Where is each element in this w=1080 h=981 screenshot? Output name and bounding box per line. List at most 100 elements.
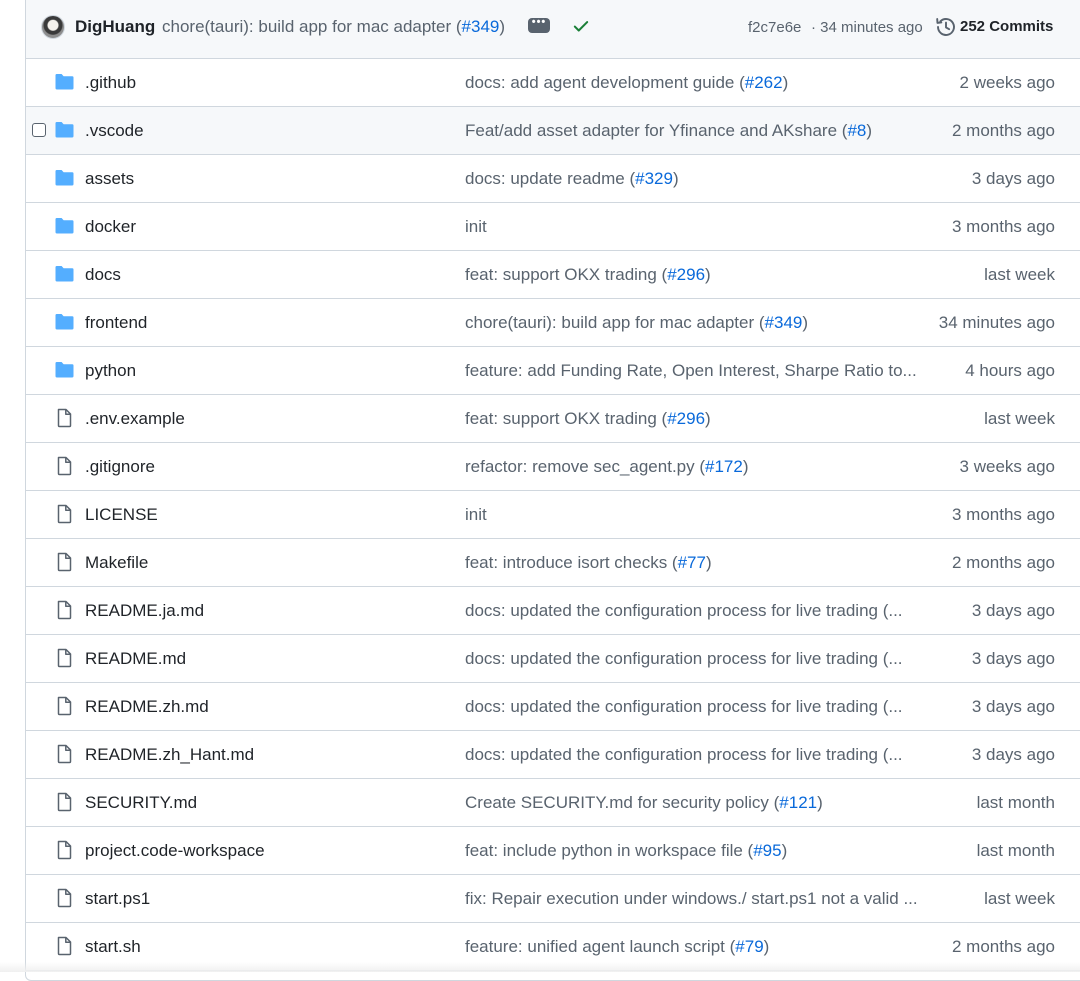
- commit-pr-link[interactable]: #79: [735, 937, 763, 956]
- commit-message-link[interactable]: docs: updated the configuration process …: [465, 745, 920, 765]
- commit-message-link[interactable]: feature: add Funding Rate, Open Interest…: [465, 361, 920, 381]
- commit-message-link[interactable]: Feat/add asset adapter for Yfinance and …: [465, 121, 920, 141]
- commit-message-link[interactable]: docs: updated the configuration process …: [465, 601, 920, 621]
- commit-message-link[interactable]: feat: support OKX trading (#296): [465, 265, 920, 285]
- commit-pr-link[interactable]: #329: [635, 169, 673, 188]
- commit-message-link[interactable]: chore(tauri): build app for mac adapter …: [465, 313, 920, 333]
- commit-pr-link[interactable]: #77: [678, 553, 706, 572]
- commits-count-link[interactable]: 252 Commits: [960, 18, 1053, 35]
- file-name-link[interactable]: .env.example: [85, 409, 185, 429]
- commit-message-link[interactable]: docs: updated the configuration process …: [465, 697, 920, 717]
- commit-message-link[interactable]: docs: update readme (#329): [465, 169, 920, 189]
- commit-message-text[interactable]: init: [465, 505, 487, 524]
- latest-commit-message[interactable]: chore(tauri): build app for mac adapter …: [162, 17, 505, 37]
- commit-message-link[interactable]: feat: include python in workspace file (…: [465, 841, 920, 861]
- commit-message-text[interactable]: feat: include python in workspace file (: [465, 841, 753, 860]
- commit-message-text[interactable]: chore(tauri): build app for mac adapter …: [465, 313, 765, 332]
- file-name-link[interactable]: frontend: [85, 313, 147, 333]
- file-name-link[interactable]: README.zh_Hant.md: [85, 745, 254, 765]
- commit-pr-link[interactable]: #296: [667, 265, 705, 284]
- commit-pr-link[interactable]: #8: [847, 121, 866, 140]
- commit-message-text[interactable]: docs: updated the configuration process …: [465, 601, 903, 620]
- file-row[interactable]: .vscode Feat/add asset adapter for Yfina…: [26, 107, 1080, 155]
- file-row[interactable]: assets docs: update readme (#329) 3 days…: [26, 155, 1080, 203]
- commit-message-text[interactable]: fix: Repair execution under windows./ st…: [465, 889, 918, 908]
- commit-message-text[interactable]: docs: update readme (: [465, 169, 635, 188]
- file-name-link[interactable]: Makefile: [85, 553, 148, 573]
- commit-message-text[interactable]: feature: add Funding Rate, Open Interest…: [465, 361, 917, 380]
- file-row[interactable]: README.zh_Hant.md docs: updated the conf…: [26, 731, 1080, 779]
- file-name-link[interactable]: LICENSE: [85, 505, 158, 525]
- commit-message-text[interactable]: Create SECURITY.md for security policy (: [465, 793, 779, 812]
- file-row[interactable]: SECURITY.md Create SECURITY.md for secur…: [26, 779, 1080, 827]
- commit-message-link[interactable]: docs: updated the configuration process …: [465, 649, 920, 669]
- history-icon[interactable]: [935, 16, 957, 38]
- commit-pr-link[interactable]: #262: [745, 73, 783, 92]
- latest-commit-pr-link[interactable]: #349: [462, 17, 500, 36]
- expand-commit-message-button[interactable]: •••: [528, 17, 550, 33]
- file-name-link[interactable]: .gitignore: [85, 457, 155, 477]
- commit-message-text[interactable]: feat: support OKX trading (: [465, 265, 667, 284]
- file-row[interactable]: python feature: add Funding Rate, Open I…: [26, 347, 1080, 395]
- commit-message-text[interactable]: docs: updated the configuration process …: [465, 649, 903, 668]
- file-name-link[interactable]: assets: [85, 169, 134, 189]
- file-row[interactable]: .github docs: add agent development guid…: [26, 59, 1080, 107]
- commit-author[interactable]: DigHuang: [75, 17, 155, 37]
- file-icon: [57, 936, 72, 956]
- file-row[interactable]: LICENSE init 3 months ago: [26, 491, 1080, 539]
- file-name-link[interactable]: .vscode: [85, 121, 144, 141]
- file-row[interactable]: project.code-workspace feat: include pyt…: [26, 827, 1080, 875]
- commit-date: 2 months ago: [951, 121, 1055, 140]
- file-row[interactable]: .gitignore refactor: remove sec_agent.py…: [26, 443, 1080, 491]
- commit-pr-link[interactable]: #121: [779, 793, 817, 812]
- commit-message-text[interactable]: refactor: remove sec_agent.py (: [465, 457, 705, 476]
- file-row[interactable]: README.zh.md docs: updated the configura…: [26, 683, 1080, 731]
- commit-message-link[interactable]: docs: add agent development guide (#262): [465, 73, 920, 93]
- commit-pr-link[interactable]: #296: [667, 409, 705, 428]
- commit-message-text[interactable]: feat: introduce isort checks (: [465, 553, 678, 572]
- file-name-link[interactable]: docs: [85, 265, 121, 285]
- file-row[interactable]: docs feat: support OKX trading (#296) la…: [26, 251, 1080, 299]
- commit-message-text[interactable]: feat: support OKX trading (: [465, 409, 667, 428]
- row-checkbox[interactable]: [32, 123, 46, 137]
- commit-message-text[interactable]: docs: updated the configuration process …: [465, 697, 903, 716]
- commit-message-text[interactable]: feature: unified agent launch script (: [465, 937, 735, 956]
- commit-date: 3 days ago: [971, 169, 1055, 188]
- file-row[interactable]: README.md docs: updated the configuratio…: [26, 635, 1080, 683]
- commit-message-link[interactable]: feature: unified agent launch script (#7…: [465, 937, 920, 957]
- file-row[interactable]: Makefile feat: introduce isort checks (#…: [26, 539, 1080, 587]
- check-icon[interactable]: [572, 17, 590, 35]
- commit-message-link[interactable]: feat: introduce isort checks (#77): [465, 553, 920, 573]
- commit-message-link[interactable]: feat: support OKX trading (#296): [465, 409, 920, 429]
- commit-message-link[interactable]: init: [465, 505, 920, 525]
- latest-commit-message-text[interactable]: chore(tauri): build app for mac adapter …: [162, 17, 462, 36]
- file-row[interactable]: README.ja.md docs: updated the configura…: [26, 587, 1080, 635]
- file-row[interactable]: docker init 3 months ago: [26, 203, 1080, 251]
- file-name-link[interactable]: start.ps1: [85, 889, 150, 909]
- commit-message-text[interactable]: init: [465, 217, 487, 236]
- file-name-link[interactable]: SECURITY.md: [85, 793, 197, 813]
- file-name-link[interactable]: project.code-workspace: [85, 841, 265, 861]
- file-name-link[interactable]: docker: [85, 217, 136, 237]
- commit-message-link[interactable]: init: [465, 217, 920, 237]
- commit-message-text[interactable]: docs: updated the configuration process …: [465, 745, 903, 764]
- commit-message-link[interactable]: Create SECURITY.md for security policy (…: [465, 793, 920, 813]
- commit-sha[interactable]: f2c7e6e: [748, 19, 801, 36]
- author-avatar[interactable]: [41, 15, 65, 39]
- file-name-link[interactable]: README.zh.md: [85, 697, 209, 717]
- commit-pr-link[interactable]: #95: [753, 841, 781, 860]
- commit-message-text[interactable]: docs: add agent development guide (: [465, 73, 745, 92]
- file-row[interactable]: start.ps1 fix: Repair execution under wi…: [26, 875, 1080, 923]
- commit-message-link[interactable]: refactor: remove sec_agent.py (#172): [465, 457, 920, 477]
- commit-pr-link[interactable]: #172: [705, 457, 743, 476]
- file-row[interactable]: frontend chore(tauri): build app for mac…: [26, 299, 1080, 347]
- file-row[interactable]: .env.example feat: support OKX trading (…: [26, 395, 1080, 443]
- file-name-link[interactable]: .github: [85, 73, 136, 93]
- file-name-link[interactable]: README.md: [85, 649, 186, 669]
- file-name-link[interactable]: README.ja.md: [85, 601, 204, 621]
- file-name-link[interactable]: python: [85, 361, 136, 381]
- commit-pr-link[interactable]: #349: [765, 313, 803, 332]
- commit-message-link[interactable]: fix: Repair execution under windows./ st…: [465, 889, 920, 909]
- file-name-link[interactable]: start.sh: [85, 937, 141, 957]
- commit-message-text[interactable]: Feat/add asset adapter for Yfinance and …: [465, 121, 847, 140]
